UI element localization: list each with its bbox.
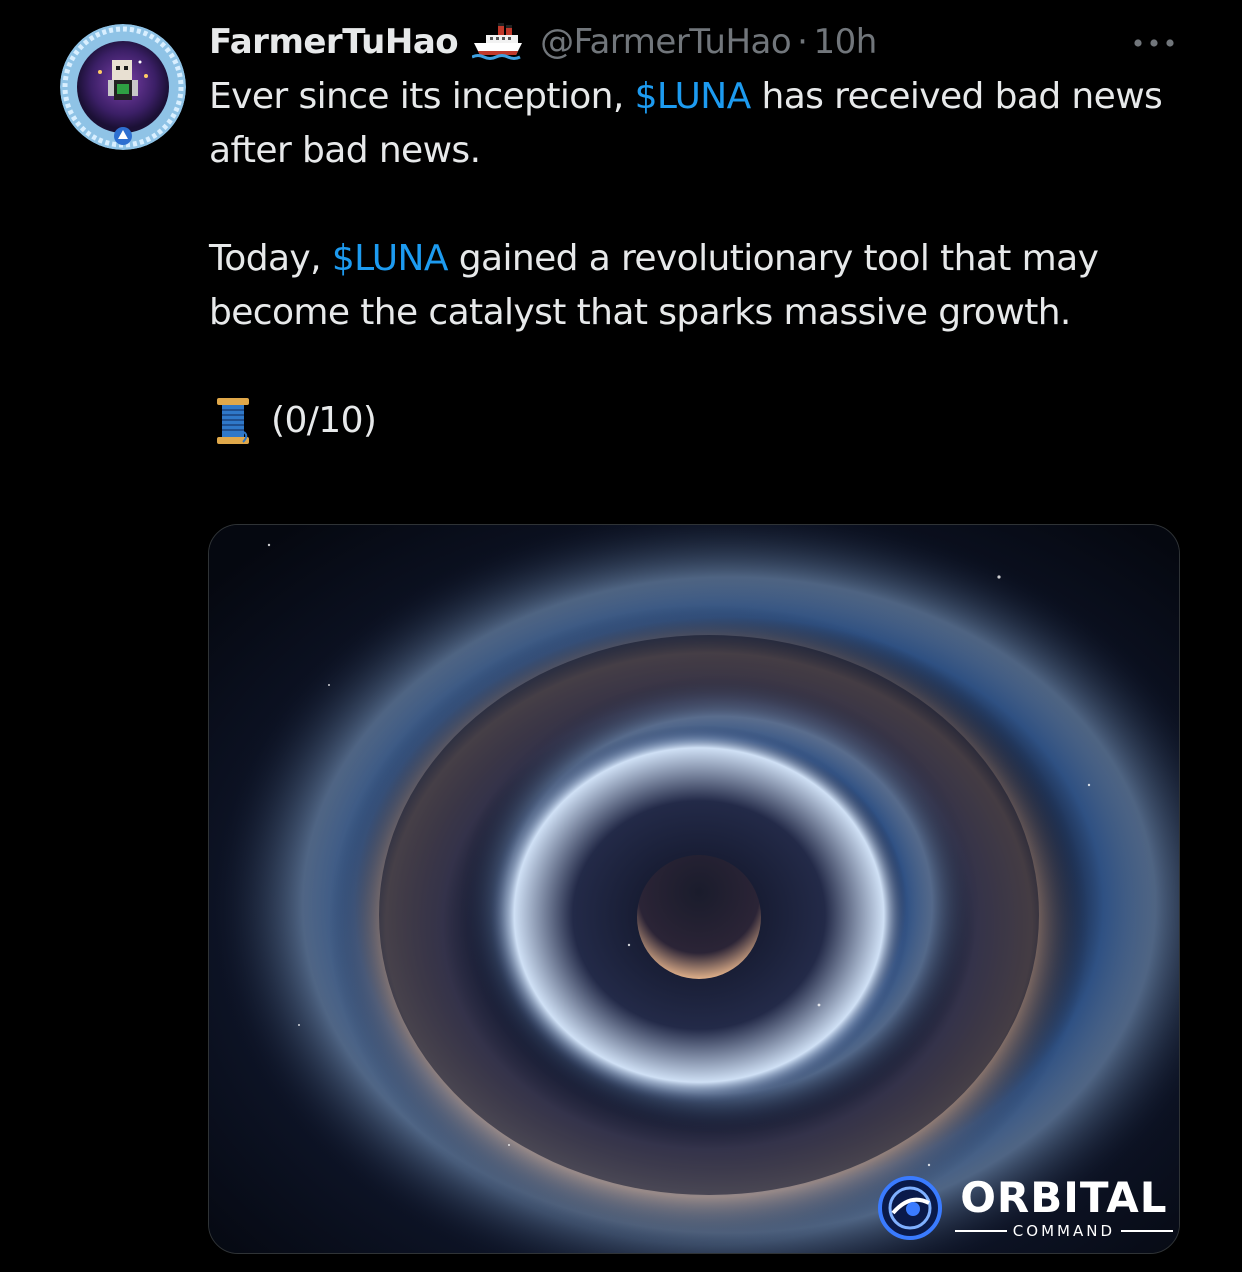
text-segment: Ever since its inception, bbox=[209, 76, 635, 117]
display-name[interactable]: FarmerTuHao bbox=[209, 22, 459, 62]
tweet-paragraph: Ever since its inception, $LUNA has rece… bbox=[209, 70, 1199, 178]
cashtag-link[interactable]: $LUNA bbox=[635, 76, 752, 117]
author-handle[interactable]: @FarmerTuHao bbox=[540, 22, 792, 62]
thread-counter-line: (0/10) bbox=[209, 394, 1199, 448]
logo-subtitle: COMMAND bbox=[1012, 1222, 1115, 1240]
tweet-media-image[interactable]: ORBITAL COMMAND bbox=[208, 524, 1180, 1254]
tweet-text: Ever since its inception, $LUNA has rece… bbox=[209, 70, 1199, 448]
ship-icon bbox=[472, 21, 524, 63]
orbital-logo-icon bbox=[877, 1176, 942, 1240]
separator-dot: · bbox=[797, 22, 808, 62]
author-avatar[interactable] bbox=[60, 24, 186, 150]
thread-spool-icon bbox=[213, 396, 253, 446]
tweet-timestamp[interactable]: 10h bbox=[813, 22, 877, 62]
avatar-image bbox=[60, 24, 186, 150]
thread-counter: (0/10) bbox=[271, 400, 377, 441]
tweet-paragraph: Today, $LUNA gained a revolutionary tool… bbox=[209, 232, 1199, 340]
text-segment: Today, bbox=[209, 238, 332, 279]
cashtag-link[interactable]: $LUNA bbox=[332, 238, 449, 279]
more-horizontal-icon[interactable] bbox=[1130, 30, 1178, 56]
tweet-header: FarmerTuHao @FarmerTuHao · 10h bbox=[209, 18, 877, 66]
orbital-command-logo: ORBITAL COMMAND bbox=[875, 1173, 1173, 1243]
logo-word: ORBITAL bbox=[960, 1173, 1168, 1222]
space-vortex-image bbox=[209, 525, 1179, 1253]
